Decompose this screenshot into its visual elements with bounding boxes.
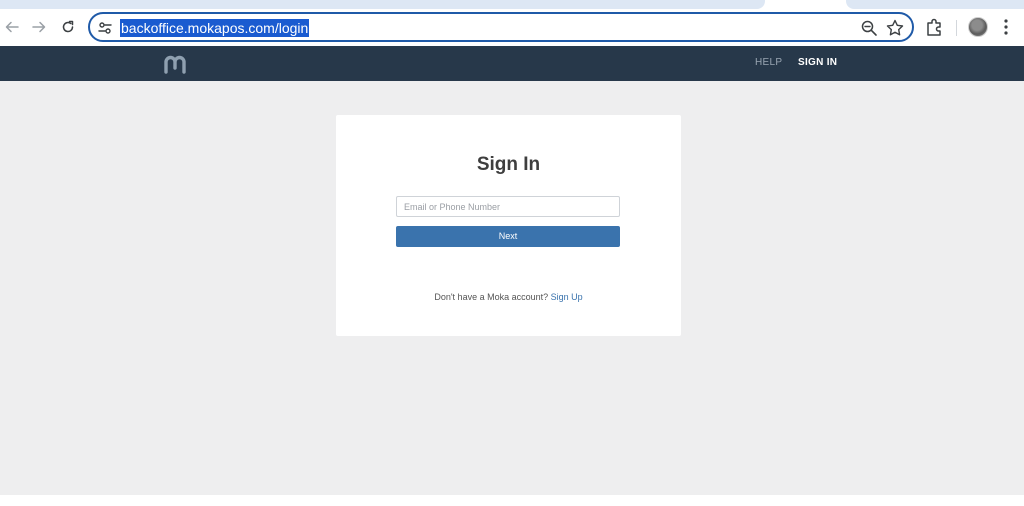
tab-strip xyxy=(0,0,1024,9)
reload-icon xyxy=(62,20,74,33)
reload-button[interactable] xyxy=(56,15,80,39)
tune-icon[interactable] xyxy=(97,20,113,36)
back-button[interactable] xyxy=(0,15,24,39)
browser-toolbar: backoffice.mokapos.com/login xyxy=(0,9,1024,46)
email-field[interactable] xyxy=(396,196,620,217)
next-button[interactable]: Next xyxy=(396,226,620,247)
inactive-tab[interactable] xyxy=(846,0,1024,9)
puzzle-icon[interactable] xyxy=(924,16,946,38)
forward-arrow-icon xyxy=(32,21,46,33)
nav-signin-link[interactable]: SIGN IN xyxy=(798,57,837,68)
moka-logo[interactable] xyxy=(163,54,189,74)
url-text[interactable]: backoffice.mokapos.com/login xyxy=(120,19,310,37)
zoom-out-icon[interactable] xyxy=(860,19,878,37)
back-arrow-icon xyxy=(5,21,19,33)
page-title: Sign In xyxy=(476,154,541,175)
kebab-menu-icon[interactable] xyxy=(998,17,1014,37)
active-tab[interactable] xyxy=(0,0,765,9)
page-footer-strip xyxy=(0,495,1024,506)
avatar[interactable] xyxy=(968,17,988,37)
no-account-text: Don't have a Moka account? xyxy=(434,292,549,302)
nav-help-link[interactable]: HELP xyxy=(755,57,782,68)
forward-button[interactable] xyxy=(27,15,51,39)
toolbar-separator xyxy=(956,20,957,36)
star-icon[interactable] xyxy=(885,18,905,38)
address-bar[interactable]: backoffice.mokapos.com/login xyxy=(88,12,914,42)
page-background: Sign In Next Don't have a Moka account? … xyxy=(0,81,1024,495)
site-header: HELP SIGN IN xyxy=(0,46,1024,81)
signup-prompt: Don't have a Moka account? Sign Up xyxy=(336,292,681,302)
signin-card: Sign In Next Don't have a Moka account? … xyxy=(336,115,681,336)
signup-link[interactable]: Sign Up xyxy=(551,292,583,302)
